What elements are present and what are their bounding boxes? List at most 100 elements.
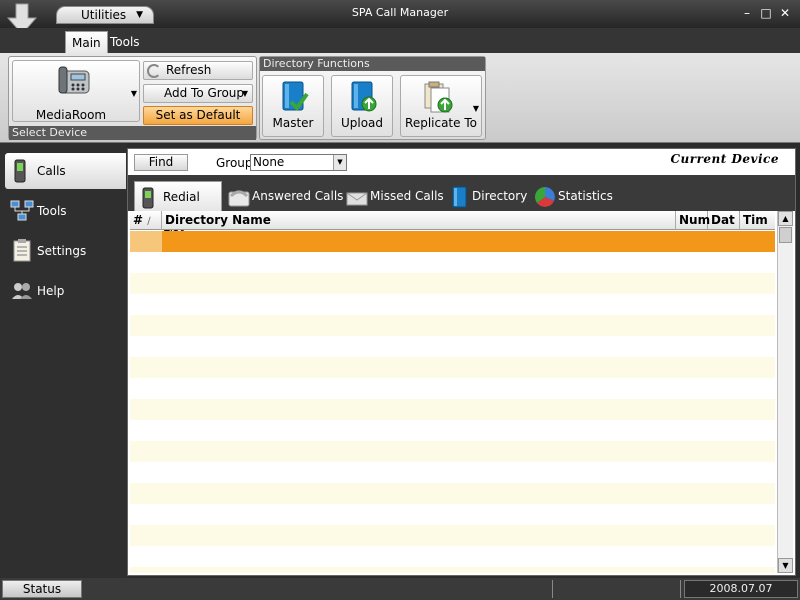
tab-statistics[interactable]: Statistics [530,181,613,211]
window-title: SPA Call Manager [351,6,449,19]
title-bar: Utilities ▼ SPA Call Manager – □ ✕ [0,0,800,35]
nav-item-calls[interactable]: Calls [5,153,126,189]
column-header-directory-name[interactable]: Directory Name [162,211,676,230]
chevron-down-icon: ▼ [130,89,137,98]
table-row[interactable] [130,546,775,567]
table-row-selected[interactable] [130,231,775,252]
mobile-phone-icon [142,187,154,209]
pie-chart-icon [535,187,555,207]
refresh-label: Refresh [166,63,212,77]
clipboard-replicate-icon [424,81,453,113]
master-button[interactable]: Master [262,75,324,137]
chevron-down-icon[interactable]: ▼ [333,155,346,170]
tab-missed-calls[interactable]: Missed Calls [342,181,444,211]
group-select[interactable]: None ▼ [250,154,347,171]
status-label: Status [2,580,82,598]
ribbon-tab-bar: Main Tools [0,28,800,53]
vertical-scrollbar[interactable]: ▲ ▼ [777,211,793,573]
status-divider [680,580,681,598]
table-row[interactable] [130,315,775,336]
group-select-value: None [253,155,285,169]
table-row[interactable] [130,294,775,315]
maximize-button[interactable]: □ [759,6,773,20]
select-device-group: MediaRoom ▼ Refresh Add To Group ▼ Set a… [8,56,257,140]
missed-call-icon [346,192,368,206]
upload-button[interactable]: Upload [331,75,393,137]
table-row[interactable] [130,504,775,525]
book-check-icon [282,81,309,112]
scrollbar-thumb[interactable] [779,227,792,243]
column-header-num[interactable]: Num [676,211,710,230]
directory-functions-caption: Directory Functions [260,57,485,71]
find-button[interactable]: Find [134,154,188,171]
table-row[interactable] [130,462,775,483]
table-row[interactable] [130,357,775,378]
tab-redial-list[interactable]: Redial List [134,181,222,234]
mobile-phone-icon [14,159,26,183]
tab-directory[interactable]: Directory [444,181,527,211]
close-button[interactable]: ✕ [778,6,792,20]
master-label: Master [272,116,314,130]
chevron-down-icon: ▼ [241,89,248,98]
table-row[interactable] [130,336,775,357]
grid-header: # ∕ Directory Name Num Dat Tim [130,211,775,230]
table-row[interactable] [130,420,775,441]
nav-item-tools[interactable]: Tools [5,193,126,229]
nav-item-help[interactable]: Help [5,273,126,309]
refresh-icon [147,64,161,78]
book-upload-icon [351,81,377,112]
minimize-button[interactable]: – [740,6,754,20]
nav-item-settings[interactable]: Settings [5,233,126,269]
device-name: MediaRoom [35,108,107,122]
set-as-default-button[interactable]: Set as Default [143,106,253,125]
status-divider [552,580,553,598]
table-row[interactable] [130,567,775,573]
status-bar: Status 2008.07.07 05:34:02 [0,578,800,600]
add-to-group-label: Add To Group [164,86,245,100]
group-label: Group [216,156,253,170]
checklist-icon [13,239,31,262]
left-nav: Calls Tools Settings Help [0,143,127,578]
table-row[interactable] [130,441,775,462]
help-people-icon [12,283,32,299]
table-row[interactable] [130,273,775,294]
add-to-group-button[interactable]: Add To Group ▼ [143,84,253,103]
column-header-dat[interactable]: Dat [708,211,740,230]
calls-toolbar: Find Group None ▼ Current Device [128,149,795,175]
network-icon [10,200,34,221]
tab-label: Statistics [558,189,613,203]
grid-rows [130,231,775,573]
device-selector-button[interactable]: MediaRoom ▼ [12,60,140,122]
table-row[interactable] [130,525,775,546]
desk-phone-icon [58,66,90,94]
tab-tools[interactable]: Tools [104,31,146,53]
directory-book-icon [452,186,467,208]
tab-label: Directory [472,189,528,203]
select-device-caption: Select Device [9,126,256,140]
table-row[interactable] [130,252,775,273]
nav-item-label: Tools [37,204,67,218]
scroll-up-icon[interactable]: ▲ [778,211,793,226]
sort-indicator: ∕ [147,216,151,227]
column-header-label: # [133,213,144,227]
directory-functions-group: Directory Functions Master Upload Replic… [259,56,486,140]
ribbon: MediaRoom ▼ Refresh Add To Group ▼ Set a… [0,53,800,143]
table-row[interactable] [130,399,775,420]
table-row[interactable] [130,483,775,504]
refresh-button[interactable]: Refresh [143,61,253,80]
upload-label: Upload [340,116,384,130]
redial-list-grid: # ∕ Directory Name Num Dat Tim [130,211,775,573]
tab-label: Answered Calls [252,189,344,203]
column-header-tim[interactable]: Tim [740,211,775,230]
content-tab-bar: Redial List Answered Calls Missed Calls … [128,175,795,234]
status-datetime: 2008.07.07 05:34:02 [684,580,798,600]
tab-main[interactable]: Main [65,31,108,53]
nav-item-label: Help [37,284,65,298]
tab-answered-calls[interactable]: Answered Calls [224,181,343,211]
main-panel: Find Group None ▼ Current Device Redial … [127,148,796,576]
nav-item-label: Calls [37,164,66,178]
table-row[interactable] [130,378,775,399]
scroll-down-icon[interactable]: ▼ [778,558,793,573]
column-header-number[interactable]: # ∕ [130,211,162,230]
replicate-to-button[interactable]: Replicate To ▼ [400,75,482,137]
